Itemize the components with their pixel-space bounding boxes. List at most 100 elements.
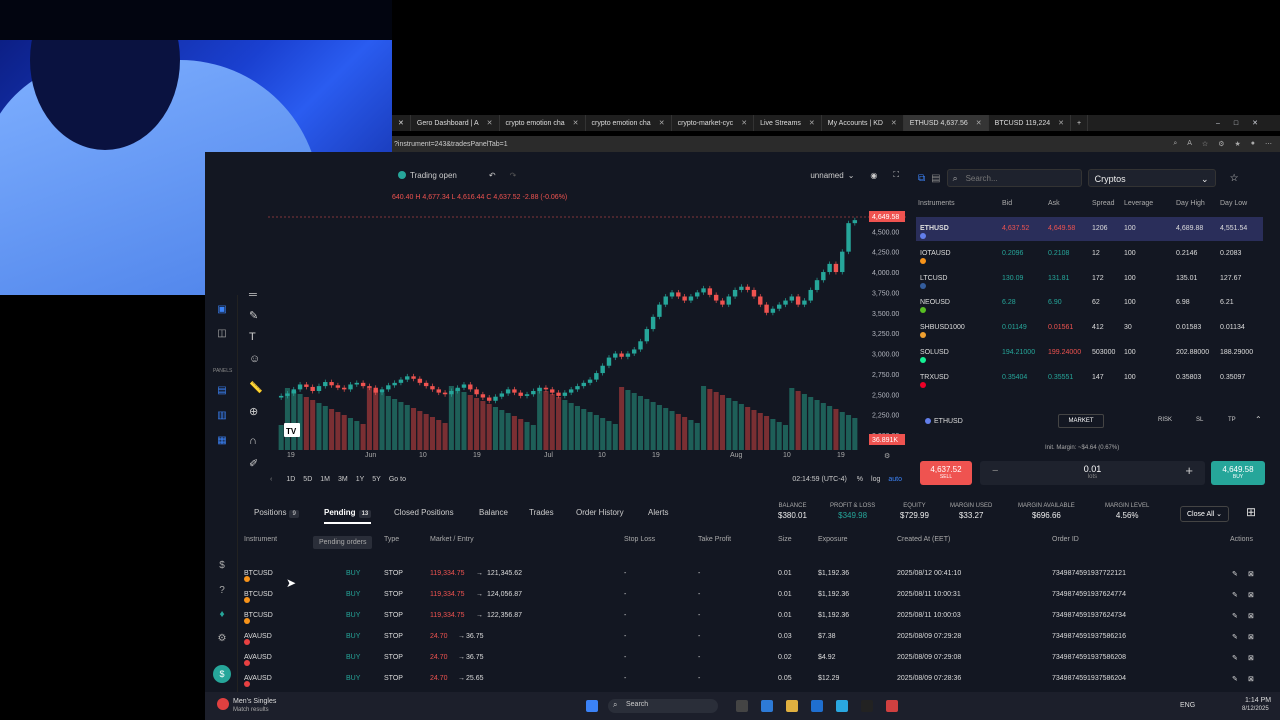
tab-order-history[interactable]: Order History <box>576 508 624 517</box>
sl-button[interactable]: SL <box>1196 417 1203 423</box>
brush-tool-icon[interactable]: ✎ <box>249 309 258 322</box>
lines-tool-icon[interactable]: ═ <box>249 289 257 301</box>
auto-toggle[interactable]: auto <box>888 476 902 483</box>
close-icon[interactable]: ✕ <box>809 119 815 127</box>
zoom-icon[interactable]: ⌕ <box>1173 140 1177 148</box>
minus-icon[interactable]: − <box>992 465 998 477</box>
sports-icon[interactable] <box>217 698 229 710</box>
edit-icon[interactable]: ✎ <box>1232 570 1238 578</box>
browser-tab[interactable]: crypto-market-cyc ✕ <box>672 115 755 131</box>
edit-icon[interactable]: ✎ <box>1232 591 1238 599</box>
order-row[interactable]: AVAUSD BUY STOP 24.70 → 36.75 - - 0.03 $7.38 2025/… <box>240 627 1270 647</box>
favorite-star-icon[interactable]: ☆ <box>1202 140 1208 148</box>
ruler-tool-icon[interactable]: 📏 <box>249 381 263 394</box>
order-row[interactable]: BTCUSD BUY STOP 119,334.75 → 124,056.87 - - 0.01… <box>240 585 1270 605</box>
explorer-icon[interactable] <box>786 700 798 712</box>
close-icon[interactable]: ✕ <box>891 119 897 127</box>
tab-closed-positions[interactable]: Closed Positions <box>394 508 454 517</box>
chart-panel-icon[interactable]: ▣ <box>216 304 228 316</box>
lang-indicator[interactable]: ENG <box>1180 702 1195 709</box>
star-icon[interactable]: ☆ <box>1230 173 1239 184</box>
order-type-select[interactable]: MARKET <box>1058 414 1104 428</box>
profile-avatar[interactable]: ● <box>1251 140 1255 148</box>
store-icon[interactable] <box>761 700 773 712</box>
goto-link[interactable]: Go to <box>389 476 406 483</box>
tab-pending[interactable]: Pending 13 <box>324 508 372 524</box>
shield-icon[interactable]: ♦ <box>216 609 228 621</box>
order-row[interactable]: AVAUSD BUY STOP 24.70 → 36.75 - - 0.02 $4.92 2025/… <box>240 648 1270 668</box>
url-text[interactable]: ?instrument=243&tradesPanelTab=1 <box>394 141 508 148</box>
browser-tab[interactable]: ETHUSD 4,637.56 ✕ <box>903 115 989 131</box>
timeframe-1y[interactable]: 1Y <box>356 476 365 483</box>
lots-stepper[interactable]: − 0.01 lots + <box>980 461 1205 485</box>
close-icon[interactable]: ✕ <box>976 119 982 127</box>
instrument-row[interactable]: ETHUSD 4,637.52 4,649.58 1206 100 4,689.88 4,5… <box>916 217 1263 241</box>
magnet-tool-icon[interactable]: ∩ <box>249 435 257 447</box>
instrument-row[interactable]: LTCUSD 130.09 131.81 172 100 135.01 127.67 <box>916 267 1263 291</box>
search-input[interactable]: ⌕ Search... <box>946 169 1082 187</box>
buy-button[interactable]: 4,649.58 BUY <box>1211 461 1265 485</box>
panel-layout-1-icon[interactable]: ▤ <box>216 385 228 397</box>
tab-trades[interactable]: Trades <box>529 508 554 517</box>
help-icon[interactable]: ? <box>216 585 228 597</box>
browser-tab[interactable]: crypto emotion cha ✕ <box>586 115 672 131</box>
settings-icon[interactable]: ⚙ <box>884 452 890 460</box>
close-icon[interactable]: ⊠ <box>1248 570 1254 578</box>
order-row[interactable]: AVAUSD BUY STOP 24.70 → 25.65 - - 0.05 $12.29 2025… <box>240 669 1270 689</box>
new-tab-icon[interactable]: + <box>1071 115 1089 131</box>
grid-view-icon[interactable]: ▤ <box>931 173 940 184</box>
timeframe-3m[interactable]: 3M <box>338 476 348 483</box>
panel-layout-3-icon[interactable]: ▦ <box>216 435 228 447</box>
edit-icon[interactable]: ✎ <box>1232 633 1238 641</box>
close-icon[interactable]: ✕ <box>573 119 579 127</box>
instrument-row[interactable]: NEOUSD 6.28 6.90 62 100 6.98 6.21 <box>916 291 1263 315</box>
close-icon[interactable]: ⊠ <box>1248 591 1254 599</box>
close-icon[interactable]: ⊠ <box>1248 675 1254 683</box>
browser-tab[interactable]: BTCUSD 119,224 ✕ <box>989 115 1072 131</box>
instrument-row[interactable]: SOLUSD 194.21000 199.24000 503000 100 202.880… <box>916 341 1263 365</box>
close-icon[interactable]: ✕ <box>487 119 493 127</box>
taskbar-search[interactable]: Search <box>608 699 718 713</box>
tab-balance[interactable]: Balance <box>479 508 508 517</box>
sell-button[interactable]: 4,637.52 SELL <box>920 461 972 485</box>
text-tool-icon[interactable]: T <box>249 331 256 343</box>
browser-tab[interactable]: Live Streams ✕ <box>754 115 822 131</box>
close-icon[interactable]: ✕ <box>1058 119 1064 127</box>
timeframe-5y[interactable]: 5Y <box>372 476 381 483</box>
browser-tab[interactable]: My Accounts | KD ✕ <box>822 115 904 131</box>
order-row[interactable]: BTCUSD BUY STOP 119,334.75 → 121,345.62 - - 0.01… <box>240 564 1270 584</box>
windows-start-icon[interactable] <box>586 700 598 712</box>
percent-toggle[interactable]: % <box>857 476 863 483</box>
news-icon[interactable]: ◫ <box>216 328 228 340</box>
browser-tab[interactable]: crypto emotion cha ✕ <box>500 115 586 131</box>
redo-icon[interactable]: ↷ <box>510 171 517 180</box>
timeframe-1d[interactable]: 1D <box>286 476 295 483</box>
close-all-button[interactable]: Close All ⌄ <box>1180 506 1230 522</box>
more-menu-icon[interactable]: ⋯ <box>1265 140 1272 148</box>
grid-layout-icon[interactable]: ⊞ <box>1246 505 1256 519</box>
risk-button[interactable]: RISK <box>1158 417 1172 423</box>
panel-layout-2-icon[interactable]: ▥ <box>216 410 228 422</box>
close-icon[interactable]: ✕ <box>741 119 747 127</box>
account-dollar-icon[interactable]: $ <box>213 665 231 683</box>
window-controls[interactable]: –□✕ <box>1216 119 1280 127</box>
settings-icon[interactable]: ⚙ <box>216 633 228 645</box>
collapse-icon[interactable]: ⌃ <box>1255 415 1262 424</box>
instrument-row[interactable]: IOTAUSD 0.2096 0.2108 12 100 0.2146 0.2083 <box>916 242 1263 266</box>
tab-positions[interactable]: Positions 9 <box>254 508 299 518</box>
edge-dev-icon[interactable] <box>836 700 848 712</box>
close-icon[interactable]: ⊠ <box>1248 633 1254 641</box>
close-icon[interactable]: ✕ <box>659 119 665 127</box>
close-icon[interactable]: ⊠ <box>1248 612 1254 620</box>
price-chart[interactable]: 4,500.00 4,250.00 4,000.00 3,750.00 3,500.00… <box>268 205 908 450</box>
camera-icon[interactable]: ◉ <box>870 171 877 180</box>
pencil-lock-icon[interactable]: ✐ <box>249 457 258 470</box>
zoom-in-tool-icon[interactable]: ⊕ <box>249 405 258 418</box>
extensions-icon[interactable]: ⚙ <box>1218 140 1224 148</box>
address-bar[interactable]: ?instrument=243&tradesPanelTab=1 ⌕ A ☆ ⚙… <box>392 136 1280 152</box>
edit-icon[interactable]: ✎ <box>1232 612 1238 620</box>
scroll-left-icon[interactable]: ‹ <box>270 476 272 483</box>
order-row[interactable]: BTCUSD BUY STOP 119,334.75 → 122,356.87 - - 0.01… <box>240 606 1270 626</box>
timeframe-5d[interactable]: 5D <box>303 476 312 483</box>
category-select[interactable]: Cryptos ⌄ <box>1087 169 1216 187</box>
